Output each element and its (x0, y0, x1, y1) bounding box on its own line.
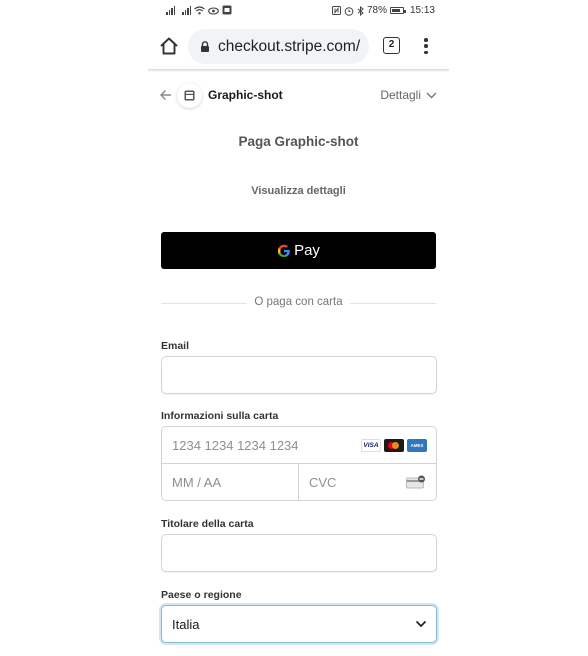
google-g-icon (278, 244, 290, 257)
merchant-logo (177, 83, 202, 108)
nfc-icon (331, 6, 341, 15)
expiry-field[interactable] (162, 464, 299, 500)
google-pay-button[interactable]: Pay (161, 232, 436, 269)
notification-icon (222, 5, 232, 15)
home-icon[interactable] (158, 35, 180, 57)
browser-toolbar: checkout.stripe.com/ 2 (148, 26, 449, 68)
details-toggle[interactable]: Dettagli (380, 88, 437, 102)
status-bar: 78% 15:13 (148, 0, 449, 22)
email-label: Email (161, 340, 190, 352)
toolbar-divider (148, 69, 449, 72)
cvc-card-icon (406, 475, 425, 489)
clock: 15:13 (409, 5, 435, 16)
card-info-label: Informazioni sulla carta (161, 410, 279, 422)
country-label: Paese o regione (161, 589, 242, 601)
bluetooth-icon (357, 5, 364, 16)
email-field[interactable] (161, 356, 437, 394)
more-menu-icon[interactable] (422, 36, 430, 56)
page-title: Paga Graphic-shot (238, 134, 359, 149)
signal-icon (182, 6, 191, 15)
chevron-down-icon (426, 92, 437, 98)
phone-screen: 78% 15:13 checkout.stripe.com/ 2 Graphic… (148, 0, 449, 656)
battery-percent: 78% (366, 5, 387, 16)
checkout-header: Graphic-shot Dettagli (148, 80, 449, 110)
alarm-icon (344, 6, 354, 16)
country-value: Italia (172, 617, 200, 632)
divider-text: O paga con carta (254, 296, 343, 308)
url-text: checkout.stripe.com/ (218, 38, 361, 55)
amex-icon: AMEX (407, 439, 427, 452)
card-info-group: VISA AMEX (161, 426, 437, 501)
details-label: Dettagli (380, 88, 421, 102)
back-arrow-icon[interactable] (159, 88, 173, 102)
google-pay-label: Pay (294, 242, 320, 259)
merchant-name: Graphic-shot (208, 88, 283, 102)
visa-icon: VISA (361, 439, 381, 452)
card-number-field[interactable]: VISA AMEX (162, 427, 436, 464)
store-icon (184, 90, 195, 101)
battery-icon (389, 7, 406, 14)
cardholder-label: Titolare della carta (161, 518, 254, 530)
country-select[interactable]: Italia (161, 605, 437, 643)
or-divider: O paga con carta (161, 296, 436, 310)
status-right: 78% 15:13 (331, 5, 435, 16)
card-brands: VISA AMEX (361, 439, 427, 452)
email-input[interactable] (162, 357, 436, 393)
eye-icon (208, 7, 219, 15)
mastercard-icon (384, 439, 404, 452)
tab-switcher-button[interactable]: 2 (383, 37, 400, 54)
cvc-field[interactable] (299, 464, 436, 500)
lock-icon (201, 41, 209, 52)
signal-icon (166, 6, 175, 15)
cardholder-field[interactable] (161, 534, 437, 572)
wifi-icon (194, 6, 205, 15)
view-details-link[interactable]: Visualizza dettagli (148, 185, 449, 197)
expiry-input[interactable] (162, 464, 298, 500)
address-bar[interactable]: checkout.stripe.com/ (188, 29, 369, 64)
chevron-down-icon (415, 620, 427, 628)
cardholder-input[interactable] (162, 535, 436, 571)
status-left (166, 5, 232, 15)
